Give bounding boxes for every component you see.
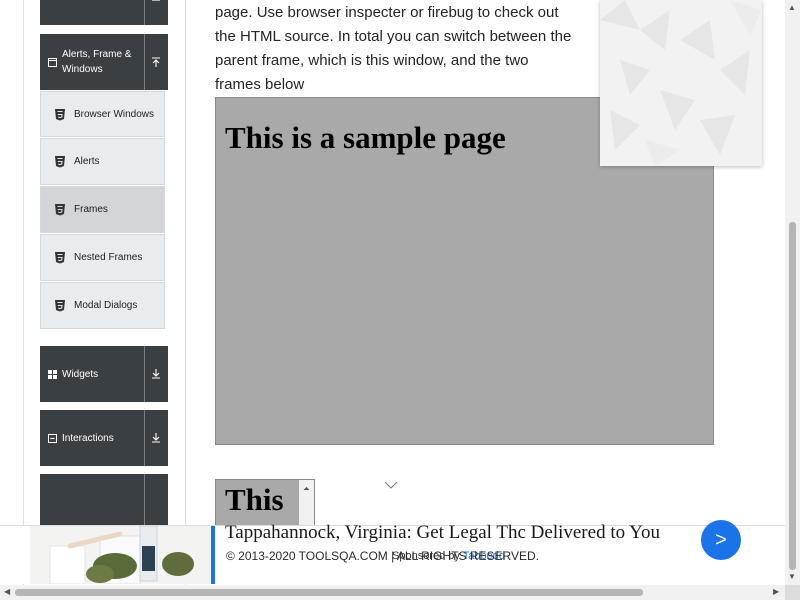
group-separator [144,346,145,402]
group-separator [144,474,145,530]
sidebar-item-label: Alerts [74,156,100,167]
group-separator [144,410,145,466]
ad-headline[interactable]: Tappahannock, Virginia: Get Legal Thc De… [225,522,660,544]
ad-product-image [30,526,211,584]
html5-icon [55,156,65,168]
sidebar-item-label: Modal Dialogs [74,300,138,311]
ad-product-picture [30,526,211,584]
vertical-scroll-thumb[interactable] [789,222,796,570]
side-advertisement[interactable] [600,0,762,166]
scroll-up-icon[interactable] [299,482,314,494]
frame-2-scrollbar[interactable] [299,480,314,525]
group-label: Widgets [62,368,99,380]
html5-icon [55,252,65,264]
sidebar-group-next[interactable] [40,474,168,530]
sidebar-group-widgets[interactable]: Widgets [40,346,168,402]
frame-2-heading: This [225,482,284,517]
sidebar-group-alerts-frame-windows[interactable]: Alerts, Frame & Windows [40,34,168,90]
frame-2[interactable]: This [215,479,315,526]
collapse-arrow-icon [152,57,160,67]
scrollbar-corner [785,585,800,600]
horizontal-scroll-thumb[interactable] [15,589,643,596]
window-icon [48,57,57,67]
expand-arrow-icon [152,369,160,379]
horizontal-scrollbar[interactable]: ◀ ▶ [0,585,785,600]
chevron-down-icon[interactable] [384,478,398,492]
collapse-icon [152,0,160,1]
scroll-left-arrow-icon[interactable]: ◀ [4,587,10,596]
sidebar-item-label: Browser Windows [74,108,155,120]
group-separator [144,34,145,90]
group-separator [144,0,145,25]
group-label: Interactions [62,432,114,444]
group-label: Alerts, Frame & Windows [62,49,132,75]
expand-arrow-icon [152,433,160,443]
scroll-right-arrow-icon[interactable]: ▶ [773,587,779,596]
footer-copyright: © 2013-2020 TOOLSQA.COM | ALL RIGHTS RES… [226,549,539,563]
sidebar-item-browser-windows[interactable]: Browser Windows [40,91,165,137]
sidebar-item-label: Frames [74,204,108,215]
html5-icon [55,204,65,216]
interactions-icon [48,433,57,443]
sidebar-item-label: Nested Frames [74,252,143,263]
sidebar-item-nested-frames[interactable]: Nested Frames [40,234,165,281]
ad-pattern-image [600,0,762,166]
arrow-right-icon: > [715,528,727,551]
sidebar-group-previous[interactable] [40,0,168,25]
scroll-down-arrow-icon[interactable]: ▼ [788,572,796,581]
sidebar-item-frames[interactable]: Frames [40,186,165,233]
frames-description: page. Use browser inspecter or firebug t… [215,4,572,93]
html5-icon [55,300,65,312]
ad-accent-bar [211,526,215,584]
sidebar-item-alerts[interactable]: Alerts [40,138,165,185]
html5-icon [55,108,65,120]
sidebar-item-modal-dialogs[interactable]: Modal Dialogs [40,282,165,329]
grid-icon [48,369,57,379]
frame-1-heading: This is a sample page [225,120,506,155]
ad-next-button[interactable]: > [701,520,741,560]
scroll-up-arrow-icon[interactable]: ▲ [788,3,796,12]
sidebar-group-interactions[interactable]: Interactions [40,410,168,466]
vertical-scrollbar[interactable]: ▲ ▼ [785,0,800,585]
